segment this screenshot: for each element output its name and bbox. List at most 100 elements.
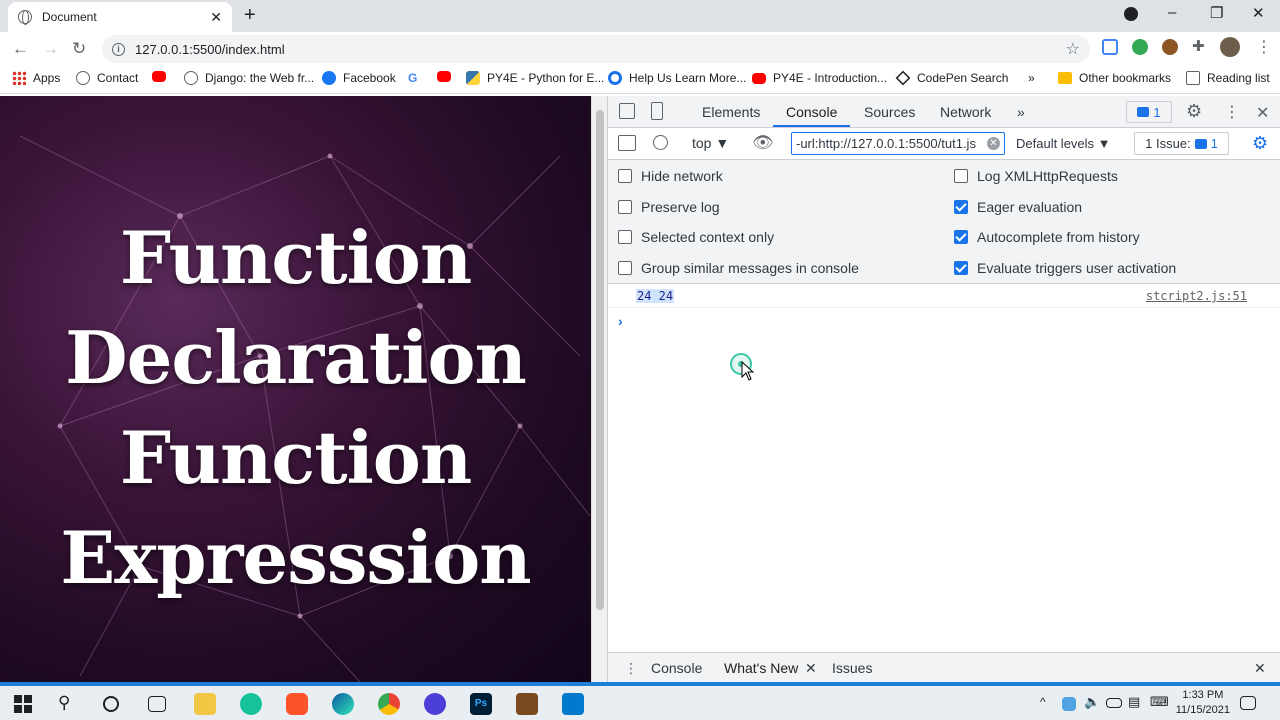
language-icon[interactable]: ⌨ bbox=[1150, 694, 1172, 716]
group-similar-messages-option[interactable]: Group similar messages in console bbox=[618, 260, 859, 276]
tab-elements[interactable]: Elements bbox=[702, 104, 760, 120]
minimize-icon[interactable]: – bbox=[1168, 4, 1176, 21]
drawer-tab-whats-new[interactable]: What's New bbox=[724, 660, 798, 676]
bookmark-apps[interactable]: Apps bbox=[12, 71, 60, 85]
app-icon[interactable] bbox=[516, 693, 538, 715]
device-toolbar-icon[interactable] bbox=[651, 102, 663, 120]
more-tabs-button[interactable]: » bbox=[1017, 104, 1025, 120]
file-explorer-icon[interactable] bbox=[194, 693, 216, 715]
bookmark-facebook[interactable]: Facebook bbox=[322, 71, 396, 85]
photoshop-icon[interactable]: Ps bbox=[470, 693, 492, 715]
other-bookmarks-folder[interactable]: Other bookmarks bbox=[1058, 71, 1171, 85]
forward-icon[interactable]: → bbox=[42, 39, 59, 59]
browser-tab[interactable]: Document ✕ bbox=[8, 2, 232, 32]
windows-start-icon[interactable] bbox=[12, 693, 34, 715]
sidebar-toggle-icon[interactable] bbox=[618, 135, 636, 151]
chrome-browser-icon[interactable] bbox=[378, 693, 400, 715]
tab-console[interactable]: Console bbox=[786, 104, 837, 120]
bookmark-youtube[interactable] bbox=[152, 71, 173, 82]
console-settings-gear-icon[interactable]: ⚙ bbox=[1252, 133, 1268, 154]
network-icon[interactable]: ▤ bbox=[1128, 694, 1150, 716]
devtools-close-button[interactable]: ✕ bbox=[1256, 103, 1269, 123]
checkbox[interactable] bbox=[618, 230, 632, 244]
checkbox[interactable] bbox=[618, 169, 632, 183]
scrollbar-thumb[interactable] bbox=[596, 110, 604, 610]
new-tab-button[interactable]: + bbox=[244, 4, 256, 27]
site-info-icon[interactable]: i bbox=[112, 42, 125, 56]
drawer-menu-icon[interactable]: ⋮ bbox=[624, 660, 638, 677]
bookmark-django[interactable]: Django: the Web fr... bbox=[184, 71, 314, 85]
eager-evaluation-option[interactable]: Eager evaluation bbox=[954, 199, 1082, 215]
issues-counter-button[interactable]: 1 bbox=[1126, 101, 1172, 123]
edge-browser-icon[interactable] bbox=[332, 693, 354, 715]
context-selector[interactable]: top ▼ bbox=[692, 135, 729, 151]
page-scrollbar[interactable] bbox=[591, 96, 607, 682]
log-xmlhttprequests-option[interactable]: Log XMLHttpRequests bbox=[954, 168, 1118, 184]
profile-dropdown-icon[interactable] bbox=[1124, 7, 1138, 21]
drawer-tab-console[interactable]: Console bbox=[651, 660, 702, 676]
checkbox[interactable] bbox=[618, 261, 632, 275]
browser-menu-icon[interactable]: ⋮ bbox=[1256, 37, 1272, 56]
tab-close-button[interactable]: ✕ bbox=[210, 9, 222, 26]
grammarly-icon[interactable] bbox=[240, 693, 262, 715]
window-close-icon[interactable]: ✕ bbox=[1252, 4, 1265, 22]
extension-icon[interactable] bbox=[1132, 39, 1148, 55]
preserve-log-option[interactable]: Preserve log bbox=[618, 199, 720, 215]
checkbox-checked[interactable] bbox=[954, 230, 968, 244]
address-bar[interactable]: i 127.0.0.1:5500/index.html ☆ bbox=[102, 35, 1090, 63]
back-icon[interactable]: ← bbox=[12, 39, 29, 59]
restore-icon[interactable]: ❐ bbox=[1210, 4, 1223, 22]
settings-gear-icon[interactable]: ⚙ bbox=[1186, 101, 1202, 122]
bookmark-py4e-intro[interactable]: PY4E - Introduction... bbox=[752, 71, 887, 85]
console-prompt[interactable]: › bbox=[618, 313, 623, 329]
live-expression-eye-icon[interactable]: 👁 bbox=[752, 133, 774, 153]
log-source-link[interactable]: stcript2.js:51 bbox=[1146, 289, 1247, 303]
volume-icon[interactable]: 🔈 bbox=[1084, 694, 1106, 716]
tab-network[interactable]: Network bbox=[940, 104, 991, 120]
more-bookmarks-button[interactable]: » bbox=[1028, 71, 1035, 85]
console-filter-input[interactable]: -url:http://127.0.0.1:5500/tut1.js ✕ bbox=[791, 132, 1005, 155]
drawer-tab-issues[interactable]: Issues bbox=[832, 660, 872, 676]
bookmark-py4e[interactable]: PY4E - Python for E... bbox=[466, 71, 604, 85]
avatar[interactable] bbox=[1220, 37, 1240, 57]
issues-button[interactable]: 1 Issue: 1 bbox=[1134, 132, 1229, 155]
task-view-icon[interactable] bbox=[148, 696, 166, 712]
clear-filter-icon[interactable]: ✕ bbox=[987, 137, 1000, 150]
vscode-icon[interactable] bbox=[562, 693, 584, 715]
clear-console-icon[interactable] bbox=[653, 135, 668, 150]
extension-icon[interactable] bbox=[1102, 39, 1118, 55]
taskbar-clock[interactable]: 1:33 PM 11/15/2021 bbox=[1176, 688, 1230, 718]
cortana-app-icon[interactable] bbox=[424, 693, 446, 715]
cookie-extension-icon[interactable] bbox=[1162, 39, 1178, 55]
evaluate-triggers-user-activation-option[interactable]: Evaluate triggers user activation bbox=[954, 260, 1176, 276]
drawer-close-button[interactable]: ✕ bbox=[1254, 660, 1266, 677]
bookmark-google[interactable]: G bbox=[408, 71, 417, 85]
bookmark-contact[interactable]: Contact bbox=[76, 71, 138, 85]
brave-browser-icon[interactable] bbox=[286, 693, 308, 715]
system-tray-chevron-icon[interactable]: ^ bbox=[1040, 695, 1062, 717]
notifications-icon[interactable] bbox=[1240, 696, 1256, 710]
drawer-tab-close-icon[interactable]: ✕ bbox=[805, 660, 817, 677]
checkbox-checked[interactable] bbox=[954, 200, 968, 214]
search-icon[interactable]: ⚲ bbox=[58, 693, 80, 715]
reload-icon[interactable]: ↻ bbox=[72, 39, 86, 59]
reading-list-button[interactable]: Reading list bbox=[1186, 71, 1270, 85]
devtools-menu-icon[interactable]: ⋮ bbox=[1224, 102, 1240, 122]
tray-app-icon[interactable] bbox=[1062, 697, 1076, 711]
autocomplete-from-history-option[interactable]: Autocomplete from history bbox=[954, 229, 1140, 245]
url-text[interactable]: 127.0.0.1:5500/index.html bbox=[135, 42, 285, 57]
bookmark-youtube-2[interactable] bbox=[437, 71, 458, 82]
battery-icon[interactable] bbox=[1106, 698, 1122, 708]
bookmark-help-us-learn[interactable]: Help Us Learn More... bbox=[608, 71, 746, 85]
tab-sources[interactable]: Sources bbox=[864, 104, 915, 120]
cortana-icon[interactable] bbox=[103, 696, 119, 712]
checkbox-checked[interactable] bbox=[954, 261, 968, 275]
hide-network-option[interactable]: Hide network bbox=[618, 168, 723, 184]
extensions-puzzle-icon[interactable]: ✚ bbox=[1192, 37, 1208, 55]
bookmark-codepen[interactable]: CodePen Search bbox=[895, 70, 1008, 86]
log-levels-dropdown[interactable]: Default levels ▼ bbox=[1016, 136, 1111, 151]
selected-context-only-option[interactable]: Selected context only bbox=[618, 229, 774, 245]
checkbox[interactable] bbox=[618, 200, 632, 214]
bookmark-star-icon[interactable]: ☆ bbox=[1066, 39, 1080, 59]
inspect-element-icon[interactable] bbox=[619, 103, 635, 119]
